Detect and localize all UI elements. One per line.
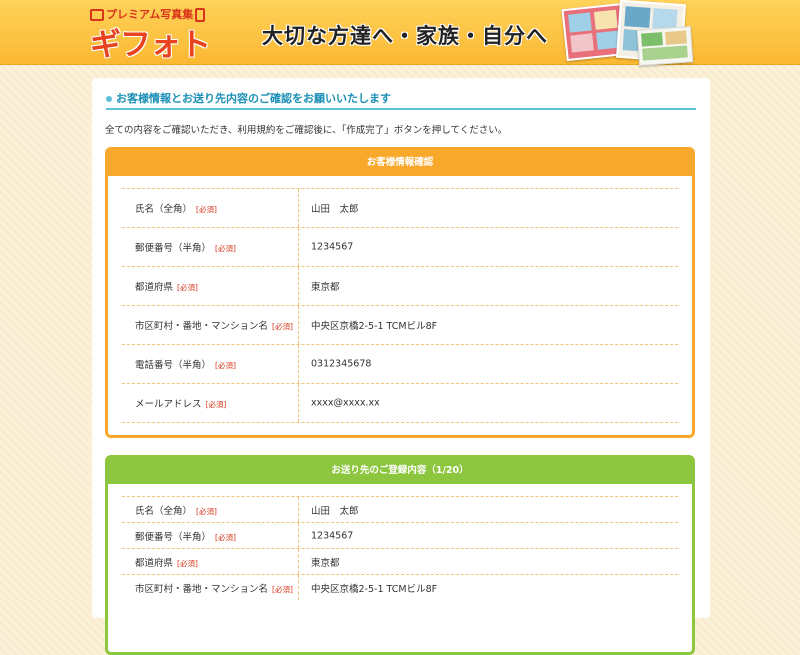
album-green <box>636 26 694 66</box>
recipient-info-table: 氏名（全角） [必須] 山田 太郎 郵便番号（半角） [必須] 1234567 都道… <box>122 496 678 600</box>
table-row: メールアドレス [必須] xxxx@xxxx.xx <box>122 383 678 423</box>
field-value: 0312345678 <box>311 358 372 370</box>
field-value: 1234567 <box>311 241 354 253</box>
recipient-info-box: お送り先のご登録内容（1/20） 氏名（全角） [必須] 山田 太郎 郵便番号（半… <box>105 455 695 655</box>
required-badge: [必須] <box>215 532 236 542</box>
field-value: 中央区京橋2-5-1 TCMビル8F <box>311 583 438 595</box>
field-label: 都道府県 [必須] <box>135 282 198 293</box>
table-row: 郵便番号（半角） [必須] 1234567 <box>122 227 678 266</box>
site-header: プレミアム写真集 ギフォト 大切な方達へ・家族・自分へ <box>0 0 800 66</box>
site-logo[interactable]: プレミアム写真集 ギフォト <box>90 4 211 63</box>
logo-wordmark: ギフォト <box>90 27 211 63</box>
table-row: 氏名（全角） [必須] 山田 太郎 <box>122 496 678 522</box>
field-label: 郵便番号（半角） [必須] <box>135 531 236 543</box>
required-badge: [必須] <box>177 283 198 292</box>
field-label: 郵便番号（半角） [必須] <box>135 243 236 254</box>
field-value: 東京都 <box>311 557 340 569</box>
required-badge: [必須] <box>196 205 217 214</box>
photo-album-illustration <box>560 0 700 66</box>
field-value: xxxx@xxxx.xx <box>311 397 380 409</box>
field-label: 氏名（全角） [必須] <box>135 204 217 215</box>
header-tagline: 大切な方達へ・家族・自分へ <box>262 24 548 48</box>
table-row: 都道府県 [必須] 東京都 <box>122 266 678 305</box>
required-badge: [必須] <box>196 506 217 516</box>
table-row: 市区町村・番地・マンション名 [必須] 中央区京橋2-5-1 TCMビル8F <box>122 574 678 600</box>
required-badge: [必須] <box>205 400 227 409</box>
field-label: 氏名（全角） [必須] <box>135 505 217 517</box>
customer-info-heading: お客様情報確認 <box>108 150 692 176</box>
field-label: 電話番号（半角） [必須] <box>135 360 236 371</box>
bullet-icon <box>106 95 112 102</box>
field-value: 山田 太郎 <box>311 505 359 517</box>
customer-info-box: お客様情報確認 氏名（全角） [必須] 山田 太郎 郵便番号（半角） [必須] 12… <box>105 147 695 438</box>
table-row: 氏名（全角） [必須] 山田 太郎 <box>122 188 678 227</box>
required-badge: [必須] <box>215 361 236 370</box>
field-label: メールアドレス [必須] <box>135 399 227 410</box>
field-label: 市区町村・番地・マンション名 [必須] <box>135 321 293 332</box>
recipient-info-heading: お送り先のご登録内容（1/20） <box>108 458 692 484</box>
page-title: お客様情報とお送り先内容のご確認をお願いいたします <box>106 90 696 110</box>
table-row: 市区町村・番地・マンション名 [必須] 中央区京橋2-5-1 TCMビル8F <box>122 305 678 344</box>
required-badge: [必須] <box>272 322 293 331</box>
table-row: 郵便番号（半角） [必須] 1234567 <box>122 522 678 548</box>
field-value: 東京都 <box>311 282 340 293</box>
required-badge: [必須] <box>215 244 236 253</box>
field-label: 市区町村・番地・マンション名 [必須] <box>135 583 293 595</box>
field-value: 中央区京橋2-5-1 TCMビル8F <box>311 321 438 332</box>
required-badge: [必須] <box>177 558 198 568</box>
field-value: 1234567 <box>311 530 354 541</box>
field-value: 山田 太郎 <box>311 204 359 215</box>
confirmation-panel: お客様情報とお送り先内容のご確認をお願いいたします 全ての内容をご確認いただき、… <box>92 78 710 655</box>
intro-text: 全ての内容をご確認いただき、利用規約をご確認後に、「作成完了」ボタンを押してくだ… <box>105 125 508 136</box>
table-row: 都道府県 [必須] 東京都 <box>122 548 678 574</box>
customer-info-table: 氏名（全角） [必須] 山田 太郎 郵便番号（半角） [必須] 1234567 都道… <box>122 188 678 423</box>
field-label: 都道府県 [必須] <box>135 557 198 569</box>
table-row: 電話番号（半角） [必須] 0312345678 <box>122 344 678 383</box>
required-badge: [必須] <box>272 584 293 594</box>
